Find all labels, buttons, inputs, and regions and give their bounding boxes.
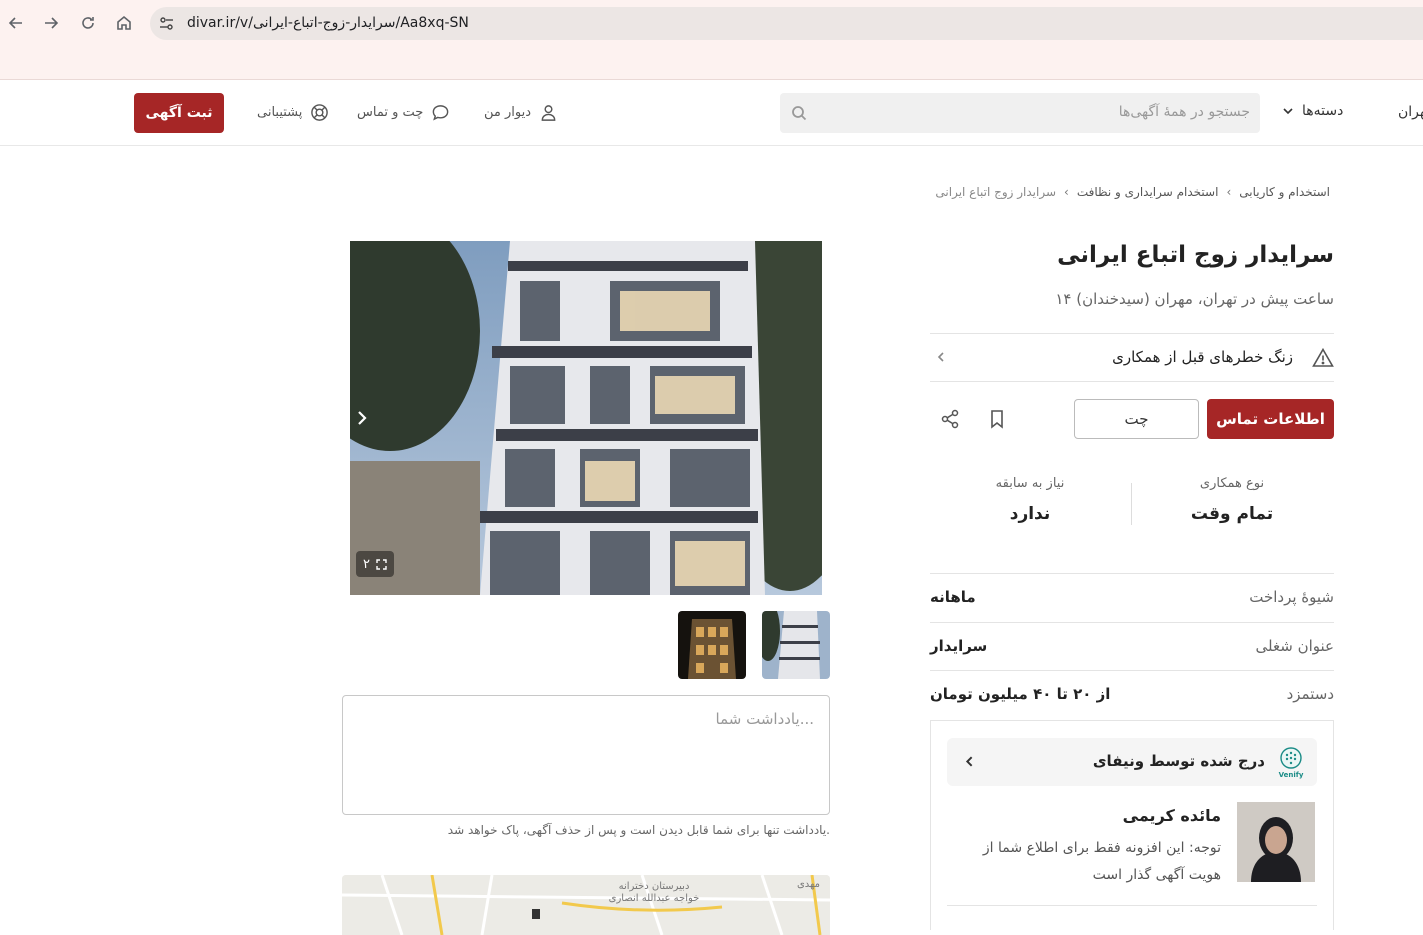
breadcrumb-item[interactable]: استخدام و کاریابی xyxy=(1239,185,1330,199)
search-placeholder: جستجو در همهٔ آگهی‌ها xyxy=(1118,104,1250,120)
verification-header[interactable]: Venify درج شده توسط ونیفای xyxy=(947,738,1317,786)
detail-value: سرایدار xyxy=(930,637,988,655)
thumbnail[interactable] xyxy=(762,611,830,679)
info-value: تمام وقت xyxy=(1190,504,1274,524)
note-placeholder: یادداشت شما... xyxy=(715,710,814,728)
chat-button[interactable]: چت xyxy=(1074,399,1199,439)
detail-row: عنوان شغلی سرایدار xyxy=(930,622,1334,671)
breadcrumb-current: سرایدار زوج اتباع ایرانی xyxy=(935,185,1057,199)
image-count-badge[interactable]: ۲ xyxy=(356,551,394,577)
categories-label: دسته‌ها xyxy=(1302,103,1344,119)
main-ad-image[interactable] xyxy=(350,241,822,595)
bookmark-icon[interactable] xyxy=(986,408,1008,430)
home-icon[interactable] xyxy=(111,10,137,36)
note-help-text: یادداشت تنها برای شما قابل دیدن است و پس… xyxy=(447,823,830,837)
post-ad-button[interactable]: ثبت آگهی xyxy=(134,93,224,133)
thumbnail[interactable] xyxy=(678,611,746,679)
chevron-right-icon[interactable] xyxy=(354,408,370,428)
info-value: ندارد xyxy=(1009,504,1051,524)
support-label: پشتیبانی xyxy=(257,105,303,120)
detail-key: عنوان شغلی xyxy=(1255,637,1334,655)
chevron-left-icon xyxy=(965,756,973,767)
my-divar-label: دیوار من xyxy=(484,105,532,120)
ad-meta: ۱۴ ساعت پیش در تهران، مهران (سیدخندان) xyxy=(1055,290,1334,308)
reload-icon[interactable] xyxy=(75,10,101,36)
map-label: خواجه عبدالله انصاری xyxy=(609,893,700,904)
breadcrumb-item[interactable]: استخدام سرایداری و نظافت xyxy=(1077,185,1219,199)
detail-key: شیوهٔ پرداخت xyxy=(1249,588,1334,606)
chat-bubble-icon xyxy=(432,105,449,121)
chevron-left-icon: ‹ xyxy=(1064,185,1069,199)
city-selector[interactable]: تهران xyxy=(1398,104,1423,120)
chevron-down-icon xyxy=(1283,108,1293,115)
map-label: دبیرستان دخترانه xyxy=(619,881,690,892)
detail-value: از ۲۰ تا ۴۰ میلیون تومان xyxy=(930,685,1111,703)
categories-dropdown[interactable]: دسته‌ها xyxy=(1282,103,1343,119)
note-textarea[interactable]: یادداشت شما... xyxy=(342,695,830,815)
map-marker-icon xyxy=(532,909,540,919)
ad-title: سرایدار زوج اتباع ایرانی xyxy=(1057,242,1334,268)
detail-row: شیوهٔ پرداخت ماهانه xyxy=(930,573,1334,622)
detail-value: ماهانه xyxy=(930,588,976,606)
fullscreen-icon xyxy=(376,558,387,570)
warning-icon xyxy=(1312,347,1334,367)
map-label: مهدی xyxy=(797,879,820,890)
verification-label: درج شده توسط ونیفای xyxy=(1092,752,1265,770)
address-bar[interactable]: divar.ir/v/سرایدار-زوج-اتباع-ایرانی/Aa8x… xyxy=(150,7,1423,40)
safety-alert-row[interactable]: زنگ خطرهای قبل از همکاری xyxy=(930,333,1334,382)
chat-label: چت و تماس xyxy=(357,105,424,120)
support-link[interactable]: پشتیبانی xyxy=(257,103,329,122)
back-icon[interactable] xyxy=(3,10,29,36)
forward-icon[interactable] xyxy=(38,10,64,36)
search-icon xyxy=(792,106,807,121)
site-settings-icon[interactable] xyxy=(158,15,175,32)
venify-logo-text: Venify xyxy=(1279,771,1304,779)
info-key: نیاز به سابقه xyxy=(995,476,1065,491)
divider xyxy=(947,905,1317,906)
browser-chrome: divar.ir/v/سرایدار-زوج-اتباع-ایرانی/Aa8x… xyxy=(0,0,1423,80)
user-icon xyxy=(541,105,556,121)
contact-info-button[interactable]: اطلاعات تماس xyxy=(1207,399,1334,439)
info-employment-type: نوع همکاری تمام وقت xyxy=(1132,476,1332,524)
detail-row: دستمزد از ۲۰ تا ۴۰ میلیون تومان xyxy=(930,670,1334,719)
search-input[interactable]: جستجو در همهٔ آگهی‌ها xyxy=(780,93,1260,133)
breadcrumb: استخدام و کاریابی ‹ استخدام سرایداری و ن… xyxy=(935,185,1330,199)
divider xyxy=(1131,483,1132,525)
my-divar-link[interactable]: دیوار من xyxy=(484,103,558,122)
site-header: ثبت آگهی پشتیبانی چت و تماس دیوار من جست… xyxy=(0,81,1423,146)
image-count: ۲ xyxy=(363,556,370,572)
location-map[interactable]: دبیرستان دخترانه خواجه عبدالله انصاری مه… xyxy=(342,875,830,935)
info-key: نوع همکاری xyxy=(1199,476,1265,491)
share-icon[interactable] xyxy=(939,408,961,430)
lifebuoy-icon xyxy=(311,104,329,121)
chevron-left-icon xyxy=(937,352,944,362)
info-experience: نیاز به سابقه ندارد xyxy=(930,476,1130,524)
agent-name: مائده کریمی xyxy=(1122,806,1221,825)
agent-photo xyxy=(1237,802,1315,882)
chevron-left-icon: ‹ xyxy=(1226,185,1232,199)
detail-key: دستمزد xyxy=(1286,685,1334,703)
agent-note: توجه: این افزونه فقط برای اطلاع شما از ه… xyxy=(982,840,1221,883)
venify-logo-icon: Venify xyxy=(1279,747,1304,779)
chat-link[interactable]: چت و تماس xyxy=(357,103,450,122)
safety-alert-label: زنگ خطرهای قبل از همکاری xyxy=(1112,348,1293,366)
url-text: divar.ir/v/سرایدار-زوج-اتباع-ایرانی/Aa8x… xyxy=(187,15,469,31)
